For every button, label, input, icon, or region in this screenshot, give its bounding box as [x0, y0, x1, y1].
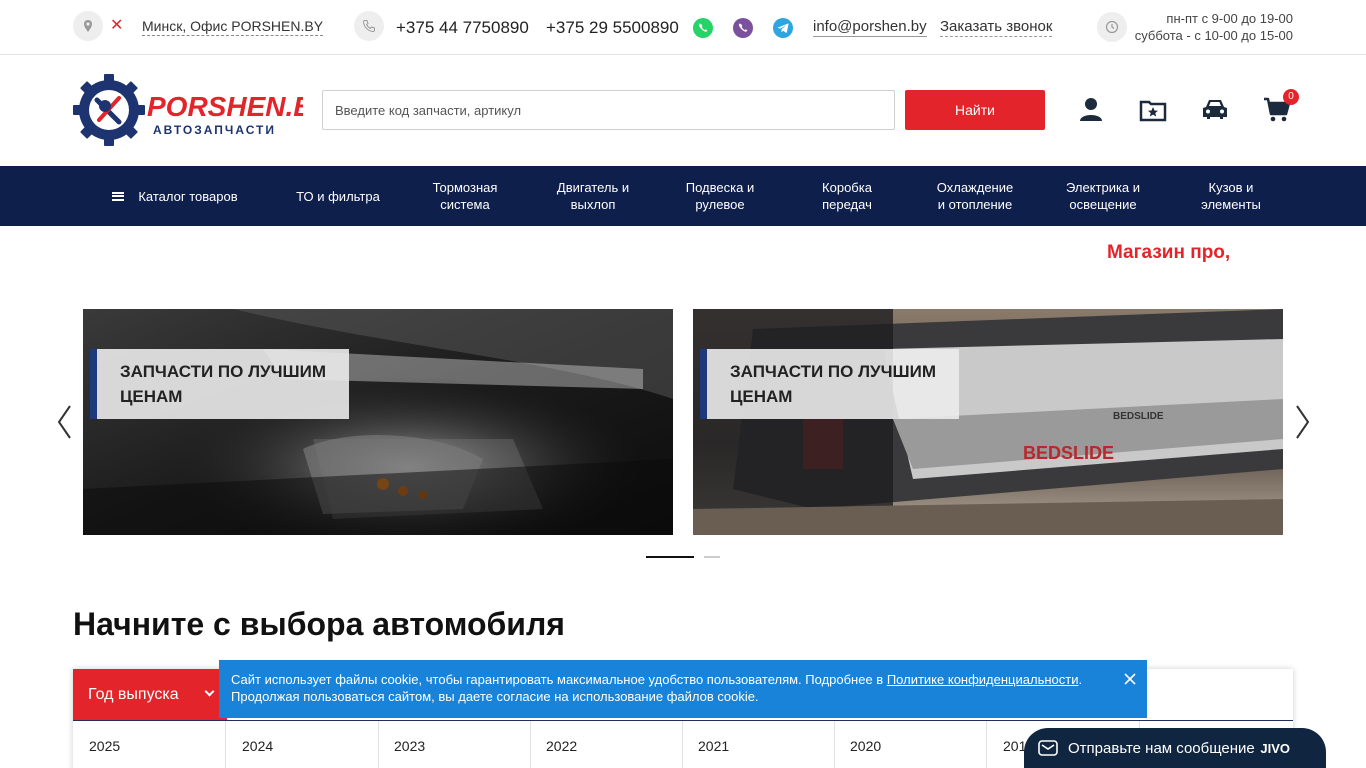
catalog-label: Каталог товаров: [138, 188, 238, 204]
svg-text:BEDSLIDE: BEDSLIDE: [1023, 443, 1114, 463]
main-nav: Каталог товаров ТО и фильтра Тормозная с…: [0, 166, 1366, 226]
nav-item-suspension[interactable]: Подвеска и рулевое: [660, 166, 780, 226]
working-hours: пн-пт с 9-00 до 19-00 суббота - с 10-00 …: [1135, 10, 1293, 44]
slider-next-arrow[interactable]: [1294, 404, 1312, 440]
chat-label: Отправьте нам сообщение: [1068, 740, 1255, 757]
nav-item-cooling[interactable]: Охлаждение и отопление: [915, 166, 1035, 226]
slider-prev-arrow[interactable]: [55, 404, 73, 440]
mail-icon: [1038, 740, 1058, 756]
year-option[interactable]: 2020: [834, 721, 987, 768]
chat-widget-button[interactable]: Отправьте нам сообщение JIVO: [1024, 728, 1326, 768]
slider-dot[interactable]: [704, 556, 720, 558]
year-option[interactable]: 2021: [682, 721, 835, 768]
slide-bedslide-image: BEDSLIDE BEDSLIDE: [693, 309, 1283, 535]
nav-item-brakes[interactable]: Тормозная система: [405, 166, 525, 226]
year-option[interactable]: 2022: [530, 721, 683, 768]
hours-weekday: пн-пт с 9-00 до 19-00: [1166, 11, 1293, 26]
top-bar: ✕ Минск, Офис PORSHEN.BY +375 44 7750890…: [0, 0, 1366, 55]
cookie-text-start: Сайт использует файлы cookie, чтобы гара…: [231, 672, 887, 687]
telegram-icon[interactable]: [772, 17, 794, 39]
year-option[interactable]: 2024: [226, 721, 379, 768]
search-button[interactable]: Найти: [905, 90, 1045, 130]
year-option[interactable]: 2023: [378, 721, 531, 768]
year-dropdown-label: Год выпуска: [88, 686, 179, 703]
nav-item-electrics[interactable]: Электрика и освещение: [1043, 166, 1163, 226]
chevron-down-icon: [204, 686, 215, 697]
search-input[interactable]: [322, 90, 895, 130]
svg-text:BEDSLIDE: BEDSLIDE: [1113, 411, 1164, 422]
logo-text: PORSHEN.BY: [147, 91, 303, 122]
cart-count-badge: 0: [1283, 89, 1299, 105]
nav-item-filters[interactable]: ТО и фильтра: [278, 166, 398, 226]
phone-link-1[interactable]: +375 44 7750890: [396, 18, 529, 38]
catalog-menu-button[interactable]: Каталог товаров: [100, 166, 250, 226]
nav-item-gearbox[interactable]: Коробка передач: [787, 166, 907, 226]
nav-item-body[interactable]: Кузов и элементы: [1171, 166, 1291, 226]
slide-caption: Запчасти по лучшим ценам: [700, 349, 959, 419]
whatsapp-icon[interactable]: [692, 17, 714, 39]
clock-icon: [1097, 12, 1127, 42]
slide-caption: Запчасти по лучшим ценам: [90, 349, 349, 419]
office-address-link[interactable]: Минск, Офис PORSHEN.BY: [142, 17, 324, 36]
marquee-text: Магазин про,: [1107, 242, 1231, 263]
logo-subtext: АВТОЗАПЧАСТИ: [153, 123, 276, 137]
favorites-folder-icon[interactable]: [1139, 96, 1167, 124]
site-logo[interactable]: PORSHEN.BY АВТОЗАПЧАСТИ: [73, 74, 303, 146]
phone-link-2[interactable]: +375 29 5500890: [546, 18, 679, 38]
hours-saturday: суббота - с 10-00 до 15-00: [1134, 28, 1293, 43]
email-link[interactable]: info@porshen.by: [813, 18, 927, 37]
slide-headlight-image: [83, 309, 673, 535]
year-dropdown[interactable]: Год выпуска: [73, 669, 227, 721]
slide-bedslide[interactable]: BEDSLIDE BEDSLIDE Запчасти по лучшим цен…: [693, 309, 1283, 535]
privacy-policy-link[interactable]: Политике конфиденциальности: [887, 672, 1079, 687]
close-icon[interactable]: [1123, 672, 1137, 686]
year-option[interactable]: 2025: [73, 721, 226, 768]
slide-headlight[interactable]: Запчасти по лучшим ценам: [83, 309, 673, 535]
close-icon[interactable]: ✕: [110, 17, 123, 35]
menu-icon: [112, 191, 125, 201]
jivo-logo: JIVO: [1260, 741, 1290, 756]
nav-item-engine[interactable]: Двигатель и выхлоп: [533, 166, 653, 226]
garage-car-icon[interactable]: [1201, 95, 1229, 123]
slider-dot-active[interactable]: [646, 556, 694, 558]
phone-icon: [354, 11, 384, 41]
location-icon: [73, 11, 103, 41]
cookie-banner: Сайт использует файлы cookie, чтобы гара…: [219, 660, 1147, 718]
callback-link[interactable]: Заказать звонок: [940, 18, 1053, 37]
viber-icon[interactable]: [732, 17, 754, 39]
car-select-title: Начните с выбора автомобиля: [73, 606, 565, 642]
user-icon[interactable]: [1077, 96, 1105, 124]
